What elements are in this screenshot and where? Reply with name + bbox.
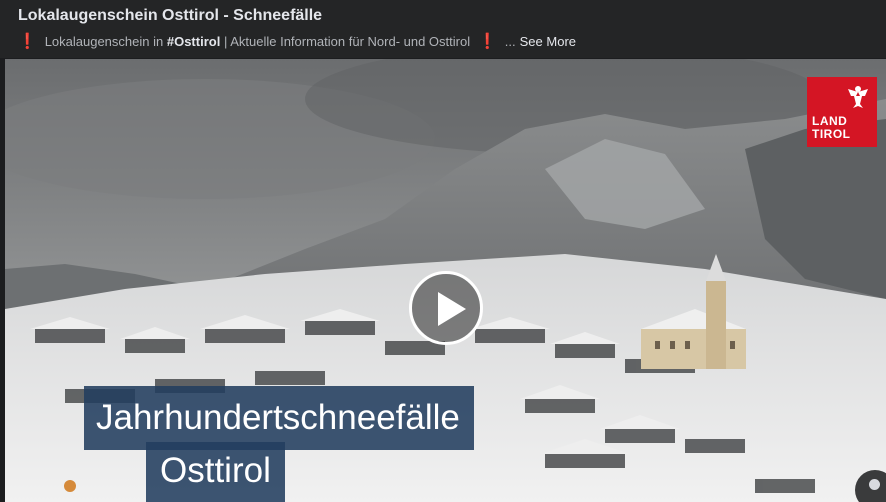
description-text-2: | Aktuelle Information für Nord- und Ost… bbox=[223, 33, 471, 49]
post-header: Lokalaugenschein Osttirol - Schneefälle … bbox=[0, 0, 886, 58]
play-button[interactable] bbox=[409, 271, 483, 345]
avatar-head bbox=[869, 479, 880, 490]
video-caption-line-2: Osttirol bbox=[146, 442, 285, 502]
exclamation-icon: ❗ bbox=[18, 33, 37, 50]
post-description: ❗ Lokalaugenschein in #Osttirol | Aktuel… bbox=[18, 32, 576, 50]
land-tirol-logo: LAND TIROL bbox=[807, 77, 877, 147]
logo-line-2: TIROL bbox=[812, 127, 851, 141]
post-title[interactable]: Lokalaugenschein Osttirol - Schneefälle bbox=[18, 7, 322, 25]
play-icon bbox=[438, 292, 466, 326]
exclamation-icon: ❗ bbox=[478, 33, 497, 50]
see-more-link[interactable]: See More bbox=[520, 34, 576, 49]
eagle-icon bbox=[848, 86, 868, 108]
hashtag-link[interactable]: #Osttirol bbox=[167, 34, 220, 49]
logo-text: LAND TIROL bbox=[812, 115, 851, 141]
ellipsis: ... bbox=[504, 33, 516, 49]
video-player[interactable]: LAND TIROL Jahrhundertschneefälle Osttir… bbox=[5, 59, 886, 502]
description-text-1: Lokalaugenschein in bbox=[44, 33, 164, 49]
video-caption-line-1: Jahrhundertschneefälle bbox=[84, 386, 474, 450]
